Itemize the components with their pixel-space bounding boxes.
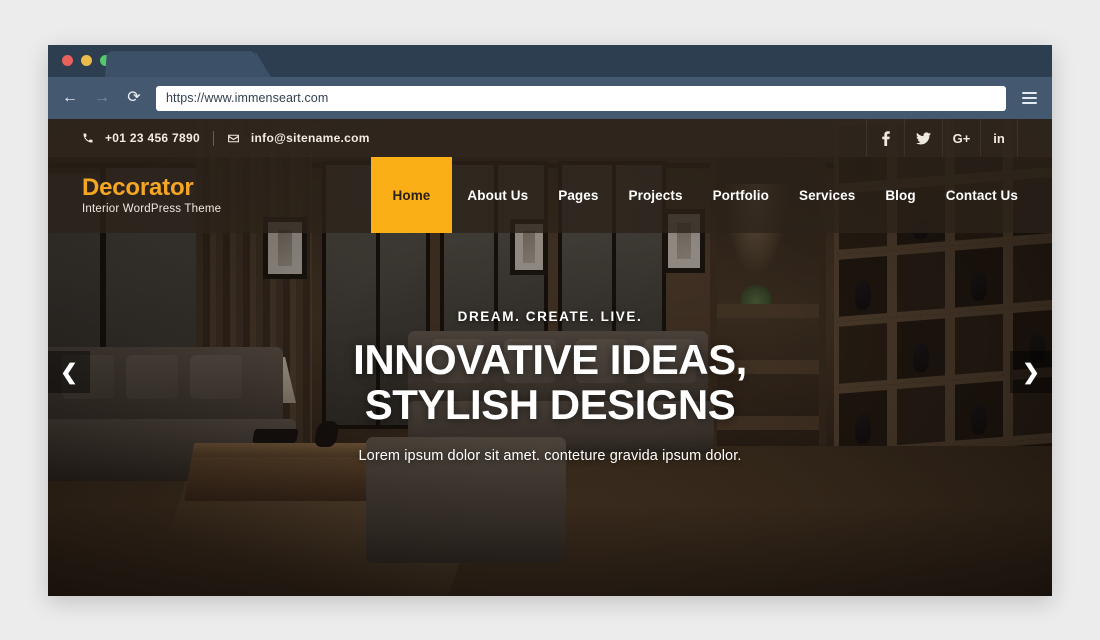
site-header: Decorator Interior WordPress Theme Home … — [48, 157, 1052, 233]
logo-tagline: Interior WordPress Theme — [82, 202, 222, 215]
twitter-icon[interactable] — [904, 119, 942, 157]
nav-item-services[interactable]: Services — [784, 157, 870, 233]
facebook-icon[interactable] — [866, 119, 904, 157]
phone-icon — [82, 132, 94, 144]
browser-window: ← → ⟳ https://www.immenseart.com +01 23 … — [48, 45, 1052, 596]
site-topbar: +01 23 456 7890 info@sitename.com G+ in — [48, 119, 1052, 157]
nav-item-portfolio[interactable]: Portfolio — [698, 157, 784, 233]
nav-item-blog[interactable]: Blog — [870, 157, 930, 233]
hero-eyebrow: DREAM. CREATE. LIVE. — [457, 309, 643, 324]
email-address: info@sitename.com — [250, 131, 370, 145]
google-plus-icon[interactable]: G+ — [942, 119, 980, 157]
browser-tab[interactable] — [105, 51, 257, 78]
phone-number: +01 23 456 7890 — [105, 131, 200, 145]
nav-item-projects[interactable]: Projects — [614, 157, 698, 233]
page-viewport: +01 23 456 7890 info@sitename.com G+ in — [48, 119, 1052, 596]
main-navigation: Home About Us Pages Projects Portfolio S… — [370, 157, 1053, 233]
hero-headline-line-2: STYLISH DESIGNS — [364, 380, 736, 428]
minimize-window-button[interactable] — [81, 55, 92, 66]
site-logo[interactable]: Decorator Interior WordPress Theme — [82, 175, 221, 214]
window-controls — [62, 55, 111, 66]
close-window-button[interactable] — [62, 55, 73, 66]
browser-titlebar — [48, 45, 1052, 78]
menu-icon[interactable] — [1018, 87, 1040, 109]
browser-toolbar: ← → ⟳ https://www.immenseart.com — [48, 77, 1052, 119]
hero-content: DREAM. CREATE. LIVE. INNOVATIVE IDEAS, S… — [48, 309, 1052, 464]
forward-icon[interactable]: → — [92, 88, 112, 108]
contact-divider — [212, 130, 214, 146]
url-input[interactable]: https://www.immenseart.com — [156, 85, 1006, 111]
hero-subcopy: Lorem ipsum dolor sit amet. conteture gr… — [358, 447, 742, 464]
hero-headline-line-1: INNOVATIVE IDEAS, — [353, 336, 747, 383]
nav-item-pages[interactable]: Pages — [543, 157, 613, 233]
envelope-icon — [227, 132, 240, 145]
nav-item-home[interactable]: Home — [370, 157, 453, 233]
slider-next-icon[interactable]: ❯ — [1010, 351, 1052, 393]
reload-icon[interactable]: ⟳ — [124, 88, 144, 108]
nav-item-about-us[interactable]: About Us — [452, 157, 543, 233]
email-contact[interactable]: info@sitename.com — [227, 131, 370, 145]
nav-item-contact-us[interactable]: Contact Us — [931, 157, 1052, 233]
hero-headline: INNOVATIVE IDEAS, STYLISH DESIGNS — [168, 336, 932, 428]
slider-prev-icon[interactable]: ❮ — [48, 351, 90, 393]
linkedin-icon[interactable]: in — [980, 119, 1018, 157]
logo-title: Decorator — [82, 174, 194, 202]
phone-contact[interactable]: +01 23 456 7890 — [82, 131, 200, 145]
social-links: G+ in — [866, 119, 1018, 157]
back-icon[interactable]: ← — [60, 88, 80, 108]
